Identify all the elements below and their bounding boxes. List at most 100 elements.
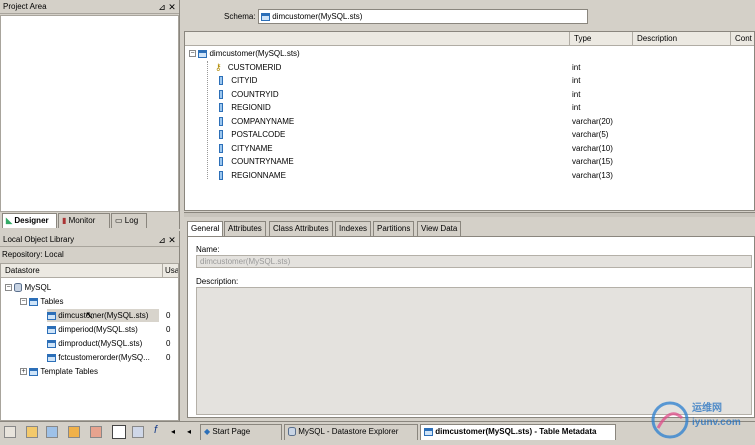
field-type: int [572,63,581,72]
project-area-content [0,15,179,212]
tab-attributes[interactable]: Attributes [224,221,266,236]
field-type: varchar(13) [572,171,613,180]
primary-key-icon: ⚷ [215,62,222,73]
collapse-icon[interactable]: − [189,50,196,58]
close-icon[interactable]: ✕ [167,0,177,14]
tree-guide-line [207,61,208,179]
project-area-title-bar: Project Area ⊿ ✕ [0,0,179,14]
watermark-logo: 运维网 iyunv.com [648,398,748,442]
field-type: int [572,90,581,99]
table-usage: 0 [166,353,171,362]
column-icon [219,76,223,86]
field-row[interactable]: COUNTRYNAME [219,155,294,168]
table-icon [47,339,56,348]
library-tab-formats-icon[interactable] [132,426,144,438]
log-icon: ▭ [115,216,123,225]
library-tab-functions-icon[interactable]: f [154,424,157,436]
properties-pane: General Attributes Class Attributes Inde… [184,218,755,418]
tree-item-table[interactable]: dimproduct(MySQL.sts) [47,337,142,350]
field-row[interactable]: CITYID [219,74,257,87]
tables-folder-icon [29,297,39,306]
datastore-icon [288,427,296,437]
schema-header: Schema: dimcustomer(MySQL.sts) [184,5,755,29]
tab-scroll-left-icon[interactable]: ◂ [187,427,191,436]
designer-icon: ◣ [6,216,13,225]
doc-tab-datastore-explorer[interactable]: MySQL - Datastore Explorer [284,424,418,440]
column-icon [219,157,223,167]
column-header-datastore[interactable]: Datastore [1,264,163,278]
field-row[interactable]: CITYNAME [219,142,273,155]
library-tab-dataflows-icon[interactable] [90,426,102,438]
column-icon [219,171,223,181]
schema-grid: Type Description Cont − dimcustomer(MySQ… [184,31,755,211]
table-usage: 0 [166,311,171,320]
column-header-name[interactable] [185,32,570,46]
library-tab-jobs-icon[interactable] [46,426,58,438]
doc-tab-start-page[interactable]: ◆ Start Page [200,424,282,440]
bottom-toolbar: f ◂ [0,421,184,445]
start-page-icon: ◆ [204,427,211,436]
schema-root-row[interactable]: − dimcustomer(MySQL.sts) [189,47,300,60]
schema-field[interactable]: dimcustomer(MySQL.sts) [258,9,588,24]
table-icon [424,427,433,436]
tab-log[interactable]: ▭ Log [111,213,147,228]
tab-monitor[interactable]: ▮ Monitor [58,213,110,228]
horizontal-splitter[interactable] [184,212,755,217]
table-icon [47,311,56,320]
column-header-type[interactable]: Type [570,32,633,46]
tab-partitions[interactable]: Partitions [373,221,415,236]
field-row[interactable]: COMPANYNAME [219,115,294,128]
library-tab-transforms-icon[interactable] [112,425,126,439]
tab-view-data[interactable]: View Data [417,221,462,236]
name-label: Name: [196,245,220,254]
table-icon [261,12,270,21]
column-header-description[interactable]: Description [633,32,731,46]
watermark-text: 运维网 iyunv.com [692,403,741,428]
scroll-left-icon[interactable]: ◂ [171,427,175,436]
library-tab-workflows-icon[interactable] [68,426,80,438]
name-field[interactable]: dimcustomer(MySQL.sts) [196,255,752,268]
watermark-swirl-icon [651,401,689,439]
field-type: varchar(10) [572,144,613,153]
field-type: varchar(5) [572,130,609,139]
doc-tab-table-metadata[interactable]: dimcustomer(MySQL.sts) - Table Metadata [420,424,616,440]
library-tab-datastores-icon[interactable] [4,426,16,438]
table-icon [47,325,56,334]
monitor-icon: ▮ [62,216,67,225]
field-row[interactable]: REGIONNAME [219,169,286,182]
field-type: varchar(15) [572,157,613,166]
column-icon [219,144,223,154]
pin-icon[interactable]: ⊿ [157,233,167,247]
field-row[interactable]: ⚷ CUSTOMERID [215,61,281,74]
field-type: int [572,103,581,112]
table-usage: 0 [166,325,171,334]
column-icon [219,117,223,127]
expand-icon[interactable]: + [20,368,27,376]
column-icon [219,90,223,100]
tab-indexes[interactable]: Indexes [335,221,372,236]
field-row[interactable]: COUNTRYID [219,88,279,101]
column-icon [219,130,223,140]
collapse-icon[interactable]: − [5,284,12,292]
column-header-content[interactable]: Cont [731,32,754,46]
library-title-bar: Local Object Library ⊿ ✕ [0,233,179,247]
tree-item-table[interactable]: dimcustomer(MySQL.sts) [47,309,159,322]
pin-icon[interactable]: ⊿ [157,0,167,14]
close-icon[interactable]: ✕ [167,233,177,247]
tree-item-mysql[interactable]: − MySQL [5,281,51,294]
library-tab-projects-icon[interactable] [26,426,38,438]
tree-item-template-tables[interactable]: + Template Tables [20,365,98,378]
tree-item-tables[interactable]: − Tables [20,295,63,308]
tree-item-table[interactable]: dimperiod(MySQL.sts) [47,323,138,336]
tab-general[interactable]: General [187,221,224,236]
schema-label: Schema: [224,12,256,21]
tab-designer[interactable]: ◣ Designer [2,213,57,228]
field-row[interactable]: REGIONID [219,101,271,114]
collapse-icon[interactable]: − [20,298,27,306]
tab-class-attributes[interactable]: Class Attributes [269,221,333,236]
description-field[interactable] [196,287,752,415]
library-tree-panel: Datastore Usa − MySQL − Tables dimcustom… [0,263,179,421]
column-header-usage[interactable]: Usa [163,264,178,278]
field-row[interactable]: POSTALCODE [219,128,285,141]
tree-item-table[interactable]: fctcustomerorder(MySQ... [47,351,150,364]
